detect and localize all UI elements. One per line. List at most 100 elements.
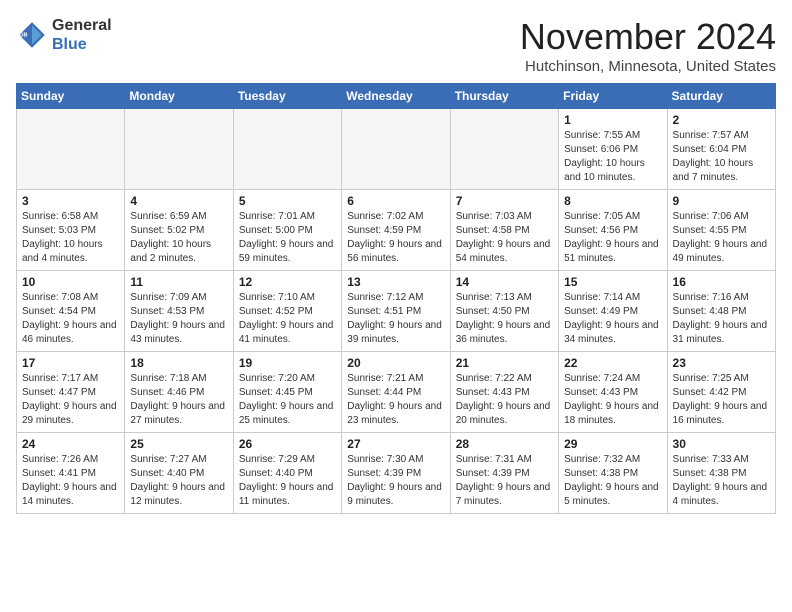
day-cell: 25Sunrise: 7:27 AM Sunset: 4:40 PM Dayli… bbox=[125, 433, 233, 514]
day-number: 17 bbox=[22, 356, 119, 370]
day-number: 29 bbox=[564, 437, 661, 451]
day-number: 4 bbox=[130, 194, 227, 208]
header-cell-sunday: Sunday bbox=[17, 84, 125, 109]
day-info: Sunrise: 7:24 AM Sunset: 4:43 PM Dayligh… bbox=[564, 372, 661, 428]
svg-text:GB: GB bbox=[19, 33, 27, 39]
day-number: 11 bbox=[130, 275, 227, 289]
day-number: 15 bbox=[564, 275, 661, 289]
day-info: Sunrise: 7:21 AM Sunset: 4:44 PM Dayligh… bbox=[347, 372, 444, 428]
title-block: November 2024 Hutchinson, Minnesota, Uni… bbox=[520, 16, 776, 75]
day-number: 9 bbox=[673, 194, 770, 208]
day-cell: 19 Sunrise: 7:20 AM Sunset: 4:45 PM Dayli… bbox=[233, 352, 341, 433]
day-info: Sunrise: 7:08 AM Sunset: 4:54 PM Dayligh… bbox=[22, 291, 119, 347]
day-cell: 8 Sunrise: 7:05 AM Sunset: 4:56 PM Daylig… bbox=[559, 190, 667, 271]
day-cell: 21Sunrise: 7:22 AM Sunset: 4:43 PM Dayli… bbox=[450, 352, 558, 433]
day-info: Sunrise: 7:25 AM Sunset: 4:42 PM Dayligh… bbox=[673, 372, 770, 428]
day-info: Sunrise: 7:03 AM Sunset: 4:58 PM Dayligh… bbox=[456, 210, 553, 266]
day-cell: 27Sunrise: 7:30 AM Sunset: 4:39 PM Dayli… bbox=[342, 433, 450, 514]
day-cell: 28 Sunrise: 7:31 AM Sunset: 4:39 PM Dayli… bbox=[450, 433, 558, 514]
logo-text: General Blue bbox=[52, 16, 112, 54]
day-number: 7 bbox=[456, 194, 553, 208]
day-number: 21 bbox=[456, 356, 553, 370]
day-cell: 1Sunrise: 7:55 AM Sunset: 6:06 PM Daylig… bbox=[559, 109, 667, 190]
day-cell: 17 Sunrise: 7:17 AM Sunset: 4:47 PM Dayli… bbox=[17, 352, 125, 433]
day-info: Sunrise: 7:05 AM Sunset: 4:56 PM Dayligh… bbox=[564, 210, 661, 266]
day-cell: 30Sunrise: 7:33 AM Sunset: 4:38 PM Dayli… bbox=[667, 433, 775, 514]
day-info: Sunrise: 6:58 AM Sunset: 5:03 PM Dayligh… bbox=[22, 210, 119, 266]
day-info: Sunrise: 7:14 AM Sunset: 4:49 PM Dayligh… bbox=[564, 291, 661, 347]
week-row-1: 1Sunrise: 7:55 AM Sunset: 6:06 PM Daylig… bbox=[17, 109, 776, 190]
day-number: 14 bbox=[456, 275, 553, 289]
month-title: November 2024 bbox=[520, 16, 776, 58]
day-number: 16 bbox=[673, 275, 770, 289]
week-row-3: 10 Sunrise: 7:08 AM Sunset: 4:54 PM Dayli… bbox=[17, 271, 776, 352]
day-info: Sunrise: 7:29 AM Sunset: 4:40 PM Dayligh… bbox=[239, 453, 336, 509]
day-number: 24 bbox=[22, 437, 119, 451]
day-cell: 22 Sunrise: 7:24 AM Sunset: 4:43 PM Dayli… bbox=[559, 352, 667, 433]
page-header: GB General Blue November 2024 Hutchinson… bbox=[16, 16, 776, 75]
day-cell: 18 Sunrise: 7:18 AM Sunset: 4:46 PM Dayli… bbox=[125, 352, 233, 433]
day-cell bbox=[17, 109, 125, 190]
day-cell: 20 Sunrise: 7:21 AM Sunset: 4:44 PM Dayli… bbox=[342, 352, 450, 433]
day-cell: 2 Sunrise: 7:57 AM Sunset: 6:04 PM Daylig… bbox=[667, 109, 775, 190]
logo-icon: GB bbox=[16, 19, 48, 51]
day-number: 3 bbox=[22, 194, 119, 208]
day-cell bbox=[125, 109, 233, 190]
day-info: Sunrise: 7:09 AM Sunset: 4:53 PM Dayligh… bbox=[130, 291, 227, 347]
header-cell-monday: Monday bbox=[125, 84, 233, 109]
day-info: Sunrise: 7:12 AM Sunset: 4:51 PM Dayligh… bbox=[347, 291, 444, 347]
day-number: 20 bbox=[347, 356, 444, 370]
day-info: Sunrise: 7:18 AM Sunset: 4:46 PM Dayligh… bbox=[130, 372, 227, 428]
day-number: 6 bbox=[347, 194, 444, 208]
day-cell: 16 Sunrise: 7:16 AM Sunset: 4:48 PM Dayli… bbox=[667, 271, 775, 352]
location: Hutchinson, Minnesota, United States bbox=[520, 58, 776, 75]
day-info: Sunrise: 7:30 AM Sunset: 4:39 PM Dayligh… bbox=[347, 453, 444, 509]
day-cell bbox=[342, 109, 450, 190]
day-info: Sunrise: 7:26 AM Sunset: 4:41 PM Dayligh… bbox=[22, 453, 119, 509]
day-cell: 29Sunrise: 7:32 AM Sunset: 4:38 PM Dayli… bbox=[559, 433, 667, 514]
day-info: Sunrise: 7:55 AM Sunset: 6:06 PM Dayligh… bbox=[564, 129, 661, 185]
day-number: 23 bbox=[673, 356, 770, 370]
day-cell bbox=[233, 109, 341, 190]
day-number: 13 bbox=[347, 275, 444, 289]
day-info: Sunrise: 7:17 AM Sunset: 4:47 PM Dayligh… bbox=[22, 372, 119, 428]
header-cell-saturday: Saturday bbox=[667, 84, 775, 109]
day-info: Sunrise: 7:01 AM Sunset: 5:00 PM Dayligh… bbox=[239, 210, 336, 266]
day-info: Sunrise: 7:31 AM Sunset: 4:39 PM Dayligh… bbox=[456, 453, 553, 509]
day-info: Sunrise: 7:20 AM Sunset: 4:45 PM Dayligh… bbox=[239, 372, 336, 428]
day-info: Sunrise: 7:16 AM Sunset: 4:48 PM Dayligh… bbox=[673, 291, 770, 347]
day-cell: 11 Sunrise: 7:09 AM Sunset: 4:53 PM Dayli… bbox=[125, 271, 233, 352]
day-cell: 12Sunrise: 7:10 AM Sunset: 4:52 PM Dayli… bbox=[233, 271, 341, 352]
day-cell bbox=[450, 109, 558, 190]
week-row-5: 24 Sunrise: 7:26 AM Sunset: 4:41 PM Dayli… bbox=[17, 433, 776, 514]
day-cell: 6 Sunrise: 7:02 AM Sunset: 4:59 PM Daylig… bbox=[342, 190, 450, 271]
day-info: Sunrise: 7:02 AM Sunset: 4:59 PM Dayligh… bbox=[347, 210, 444, 266]
day-number: 28 bbox=[456, 437, 553, 451]
day-info: Sunrise: 7:27 AM Sunset: 4:40 PM Dayligh… bbox=[130, 453, 227, 509]
day-cell: 10 Sunrise: 7:08 AM Sunset: 4:54 PM Dayli… bbox=[17, 271, 125, 352]
day-number: 30 bbox=[673, 437, 770, 451]
day-number: 22 bbox=[564, 356, 661, 370]
week-row-2: 3 Sunrise: 6:58 AM Sunset: 5:03 PM Daylig… bbox=[17, 190, 776, 271]
day-info: Sunrise: 6:59 AM Sunset: 5:02 PM Dayligh… bbox=[130, 210, 227, 266]
header-cell-tuesday: Tuesday bbox=[233, 84, 341, 109]
day-cell: 3 Sunrise: 6:58 AM Sunset: 5:03 PM Daylig… bbox=[17, 190, 125, 271]
day-cell: 7 Sunrise: 7:03 AM Sunset: 4:58 PM Daylig… bbox=[450, 190, 558, 271]
day-cell: 14 Sunrise: 7:13 AM Sunset: 4:50 PM Dayli… bbox=[450, 271, 558, 352]
day-number: 18 bbox=[130, 356, 227, 370]
logo-blue: Blue bbox=[52, 36, 87, 53]
day-number: 26 bbox=[239, 437, 336, 451]
day-number: 8 bbox=[564, 194, 661, 208]
day-cell: 13 Sunrise: 7:12 AM Sunset: 4:51 PM Dayli… bbox=[342, 271, 450, 352]
day-number: 2 bbox=[673, 113, 770, 127]
day-cell: 15 Sunrise: 7:14 AM Sunset: 4:49 PM Dayli… bbox=[559, 271, 667, 352]
day-info: Sunrise: 7:57 AM Sunset: 6:04 PM Dayligh… bbox=[673, 129, 770, 185]
day-number: 10 bbox=[22, 275, 119, 289]
day-cell: 26 Sunrise: 7:29 AM Sunset: 4:40 PM Dayli… bbox=[233, 433, 341, 514]
day-info: Sunrise: 7:13 AM Sunset: 4:50 PM Dayligh… bbox=[456, 291, 553, 347]
header-row: SundayMondayTuesdayWednesdayThursdayFrid… bbox=[17, 84, 776, 109]
day-cell: 5Sunrise: 7:01 AM Sunset: 5:00 PM Daylig… bbox=[233, 190, 341, 271]
logo-general: General bbox=[52, 17, 112, 34]
day-info: Sunrise: 7:06 AM Sunset: 4:55 PM Dayligh… bbox=[673, 210, 770, 266]
day-number: 19 bbox=[239, 356, 336, 370]
